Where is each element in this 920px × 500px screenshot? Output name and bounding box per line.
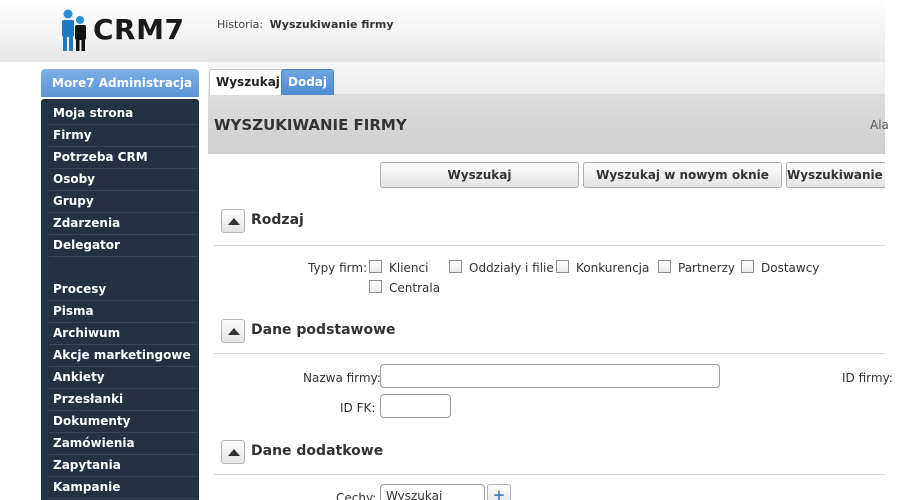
breadcrumb-label: Historia: bbox=[217, 18, 264, 31]
search-advanced-button[interactable]: Wyszukiwanie z bbox=[786, 162, 885, 188]
sidebar-item-dokumenty[interactable]: Dokumenty bbox=[49, 411, 197, 433]
sidebar-item-ankiety[interactable]: Ankiety bbox=[49, 367, 197, 389]
breadcrumb: Historia: Wyszukiwanie firmy bbox=[217, 18, 394, 31]
sidebar-header[interactable]: More7 Administracja bbox=[41, 69, 199, 97]
top-header: CRM7 Historia: Wyszukiwanie firmy bbox=[0, 0, 885, 62]
collapse-extra-button[interactable] bbox=[221, 440, 245, 464]
checkbox-label-konkurencja: Konkurencja bbox=[576, 261, 650, 275]
checkbox-oddzialy[interactable] bbox=[449, 260, 462, 273]
section-extra-title: Dane dodatkowe bbox=[251, 443, 384, 459]
company-types-label: Typy firm: bbox=[308, 261, 368, 275]
app-logo[interactable]: CRM7 bbox=[58, 7, 188, 53]
search-button[interactable]: Wyszukaj bbox=[380, 162, 579, 188]
company-name-input[interactable] bbox=[380, 364, 720, 388]
section-type-header: Rodzaj bbox=[221, 209, 885, 233]
sidebar-item-osoby[interactable]: Osoby bbox=[49, 169, 197, 191]
sidebar-item-moja-strona[interactable]: Moja strona bbox=[49, 103, 197, 125]
sidebar-menu: Moja strona Firmy Potrzeba CRM Osoby Gru… bbox=[41, 99, 199, 500]
checkbox-konkurencja[interactable] bbox=[556, 260, 569, 273]
sidebar-item-firmy[interactable]: Firmy bbox=[49, 125, 197, 147]
checkbox-dostawcy[interactable] bbox=[741, 260, 754, 273]
section-extra-header: Dane dodatkowe bbox=[221, 440, 885, 464]
id-fk-input[interactable] bbox=[380, 394, 451, 418]
app-name: CRM7 bbox=[93, 13, 185, 46]
divider bbox=[214, 474, 885, 475]
checkbox-label-oddzialy: Oddziały i filie bbox=[469, 261, 554, 275]
sidebar-item-delegator[interactable]: Delegator bbox=[49, 235, 197, 257]
title-right-text: Ala bbox=[870, 118, 889, 132]
tab-bar: Wyszukaj Dodaj bbox=[208, 62, 885, 95]
checkbox-centrala[interactable] bbox=[369, 280, 382, 293]
add-feature-button[interactable]: + bbox=[487, 484, 511, 500]
features-label: Cechy: bbox=[336, 491, 377, 500]
features-input[interactable] bbox=[380, 484, 485, 500]
sidebar-item-zapytania[interactable]: Zapytania bbox=[49, 455, 197, 477]
sidebar-item-procesy[interactable]: Procesy bbox=[49, 279, 197, 301]
title-band: WYSZUKIWANIE FIRMY Ala bbox=[208, 95, 889, 154]
tab-add[interactable]: Dodaj bbox=[281, 69, 335, 95]
section-basic-title: Dane podstawowe bbox=[251, 322, 396, 338]
search-new-window-button[interactable]: Wyszukaj w nowym oknie bbox=[583, 162, 782, 188]
checkbox-label-partnerzy: Partnerzy bbox=[678, 261, 736, 275]
sidebar-item-archiwum[interactable]: Archiwum bbox=[49, 323, 197, 345]
plus-icon: + bbox=[492, 486, 506, 500]
checkbox-partnerzy[interactable] bbox=[658, 260, 671, 273]
sidebar-item-zdarzenia[interactable]: Zdarzenia bbox=[49, 213, 197, 235]
sidebar-item-akcje-marketingowe[interactable]: Akcje marketingowe bbox=[49, 345, 197, 367]
company-name-label: Nazwa firmy: bbox=[303, 371, 381, 385]
sidebar-item-potrzeba-crm[interactable]: Potrzeba CRM bbox=[49, 147, 197, 169]
section-basic-header: Dane podstawowe bbox=[221, 319, 885, 343]
collapse-basic-button[interactable] bbox=[221, 319, 245, 343]
company-id-label: ID firmy: bbox=[842, 371, 893, 385]
sidebar-item-grupy[interactable]: Grupy bbox=[49, 191, 197, 213]
divider bbox=[214, 353, 885, 354]
sidebar-item-przeslanki[interactable]: Przesłanki bbox=[49, 389, 197, 411]
id-fk-label: ID FK: bbox=[340, 401, 376, 415]
checkbox-klienci[interactable] bbox=[369, 260, 382, 273]
checkbox-label-dostawcy: Dostawcy bbox=[761, 261, 820, 275]
sidebar-item-pisma[interactable]: Pisma bbox=[49, 301, 197, 323]
sidebar-item-kampanie[interactable]: Kampanie bbox=[49, 477, 197, 499]
page-gutter bbox=[885, 0, 920, 500]
checkbox-label-klienci: Klienci bbox=[389, 261, 429, 275]
checkbox-label-centrala: Centrala bbox=[389, 281, 441, 295]
people-logo-icon bbox=[62, 9, 86, 51]
divider bbox=[214, 245, 885, 246]
main-content: Wyszukaj Dodaj WYSZUKIWANIE FIRMY Ala Wy… bbox=[208, 62, 893, 500]
collapse-type-button[interactable] bbox=[221, 209, 245, 233]
section-type-title: Rodzaj bbox=[251, 212, 304, 228]
breadcrumb-current[interactable]: Wyszukiwanie firmy bbox=[270, 18, 394, 31]
page-title: WYSZUKIWANIE FIRMY bbox=[214, 116, 407, 134]
sidebar-item-zamowienia[interactable]: Zamówienia bbox=[49, 433, 197, 455]
tab-search[interactable]: Wyszukaj bbox=[209, 69, 287, 95]
